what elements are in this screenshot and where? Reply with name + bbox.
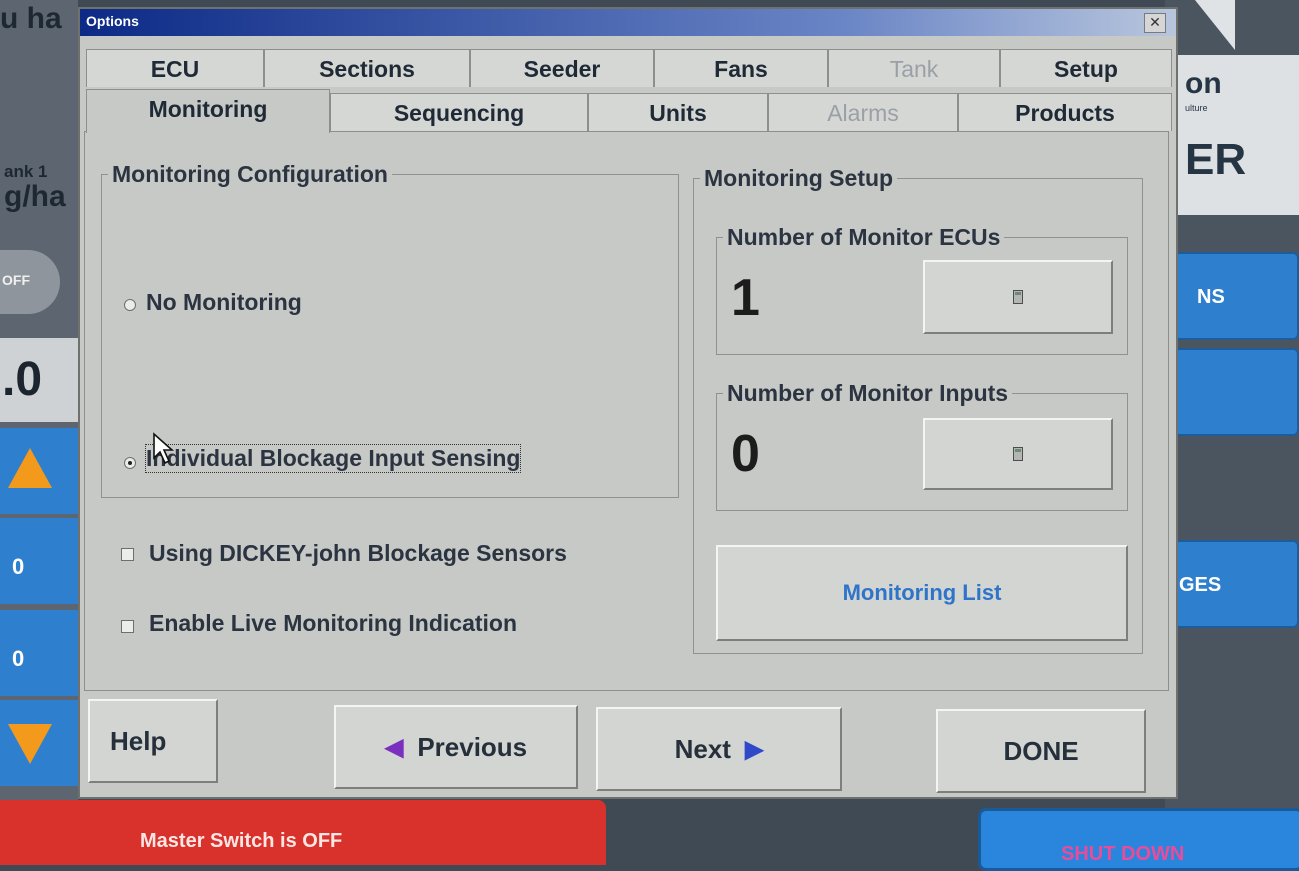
calculator-icon	[1013, 447, 1023, 461]
background-fragment: 0	[12, 646, 25, 671]
group-title: Number of Monitor ECUs	[723, 224, 1005, 251]
monitoring-configuration-group: Monitoring Configuration No Monitoring I…	[101, 161, 679, 498]
done-button[interactable]: DONE	[936, 709, 1146, 793]
individual-blockage-label[interactable]: Individual Blockage Input Sensing	[144, 444, 522, 473]
chevron-right-icon: ▶	[744, 735, 764, 763]
mouse-cursor-icon	[153, 432, 175, 465]
checkbox-live-monitoring[interactable]	[121, 620, 134, 633]
up-arrow-icon	[8, 448, 52, 488]
master-switch-label: Master Switch is OFF	[140, 830, 343, 852]
previous-button[interactable]: ◀ Previous	[334, 705, 578, 789]
background-button-label: GES	[1179, 574, 1222, 596]
increase-button[interactable]	[0, 428, 78, 514]
monitor-inputs-value: 0	[731, 425, 760, 483]
tab-monitoring[interactable]: Monitoring	[86, 89, 330, 133]
tab-sections[interactable]: Sections	[264, 49, 470, 87]
value-button[interactable]: 0	[0, 610, 78, 696]
background-fragment: ank 1	[4, 162, 48, 181]
background-button-label: NS	[1197, 286, 1225, 308]
background-right-panel: on ulture ER NS GES	[1165, 0, 1299, 865]
logo-area: on ulture ER	[1177, 55, 1299, 215]
no-monitoring-label[interactable]: No Monitoring	[146, 289, 302, 316]
tab-units[interactable]: Units	[588, 93, 768, 131]
tab-fans[interactable]: Fans	[654, 49, 828, 87]
monitor-ecus-calculator-button[interactable]	[923, 260, 1113, 334]
next-label: Next ▶	[598, 709, 840, 789]
live-monitoring-label[interactable]: Enable Live Monitoring Indication	[149, 610, 517, 637]
logo-text: ER	[1185, 135, 1247, 184]
monitoring-list-label: Monitoring List	[842, 580, 1002, 605]
down-arrow-icon	[8, 724, 52, 764]
tab-ecu[interactable]: ECU	[86, 49, 264, 87]
close-icon[interactable]: ✕	[1144, 13, 1166, 33]
value-button[interactable]: 0	[0, 518, 78, 604]
tab-alarms[interactable]: Alarms	[768, 93, 958, 131]
tab-tank[interactable]: Tank	[828, 49, 1000, 87]
help-button[interactable]: Help	[88, 699, 218, 783]
background-left-panel: u ha ank 1 g/ha OFF .0 0 0	[0, 0, 78, 865]
background-button[interactable]: NS	[1173, 252, 1299, 340]
background-button[interactable]	[1173, 348, 1299, 436]
background-fragment: OFF	[2, 272, 30, 288]
monitor-ecus-group: Number of Monitor ECUs 1	[716, 224, 1128, 355]
title-bar: Options ✕	[80, 9, 1176, 36]
tab-seeder[interactable]: Seeder	[470, 49, 654, 87]
monitor-ecus-value: 1	[731, 269, 760, 327]
options-dialog: Options ✕ ECU Sections Seeder Fans Tank …	[78, 7, 1178, 799]
previous-text: Previous	[417, 731, 528, 762]
master-switch-status[interactable]: Master Switch is OFF	[0, 800, 606, 865]
done-label: DONE	[1003, 735, 1079, 766]
logo-text: on	[1185, 67, 1222, 100]
monitoring-list-button[interactable]: Monitoring List	[716, 545, 1128, 641]
background-fragment: u ha	[0, 2, 62, 35]
shutdown-label: SHUT DOWN	[1061, 843, 1185, 865]
radio-individual-blockage[interactable]	[124, 457, 136, 469]
group-title: Monitoring Configuration	[108, 161, 392, 188]
radio-no-monitoring[interactable]	[124, 299, 136, 311]
tab-products[interactable]: Products	[958, 93, 1172, 131]
previous-label: ◀ Previous	[336, 707, 576, 787]
monitor-inputs-calculator-button[interactable]	[923, 418, 1113, 490]
background-button[interactable]: GES	[1173, 540, 1299, 628]
background-fragment: g/ha	[4, 180, 66, 213]
calculator-icon	[1013, 290, 1023, 304]
next-text: Next	[674, 733, 731, 764]
logo-subtext: ulture	[1185, 103, 1208, 113]
window-title: Options	[86, 13, 139, 29]
help-label: Help	[110, 725, 167, 756]
monitoring-setup-group: Monitoring Setup Number of Monitor ECUs …	[693, 165, 1143, 654]
group-title: Number of Monitor Inputs	[723, 380, 1013, 407]
next-button[interactable]: Next ▶	[596, 707, 842, 791]
decrease-button[interactable]	[0, 700, 78, 786]
shutdown-button[interactable]: SHUT DOWN	[978, 808, 1299, 871]
background-fragment: 0	[12, 554, 25, 579]
tab-setup[interactable]: Setup	[1000, 49, 1172, 87]
monitoring-panel: Monitoring Configuration No Monitoring I…	[84, 131, 1169, 691]
monitor-inputs-group: Number of Monitor Inputs 0	[716, 380, 1128, 511]
background-fragment: .0	[2, 353, 43, 406]
dickey-john-sensors-label[interactable]: Using DICKEY-john Blockage Sensors	[149, 540, 567, 567]
checkbox-dickey-john-sensors[interactable]	[121, 548, 134, 561]
logo-shape	[1195, 0, 1235, 50]
group-title: Monitoring Setup	[700, 165, 898, 192]
chevron-left-icon: ◀	[384, 733, 404, 761]
tab-sequencing[interactable]: Sequencing	[330, 93, 588, 131]
